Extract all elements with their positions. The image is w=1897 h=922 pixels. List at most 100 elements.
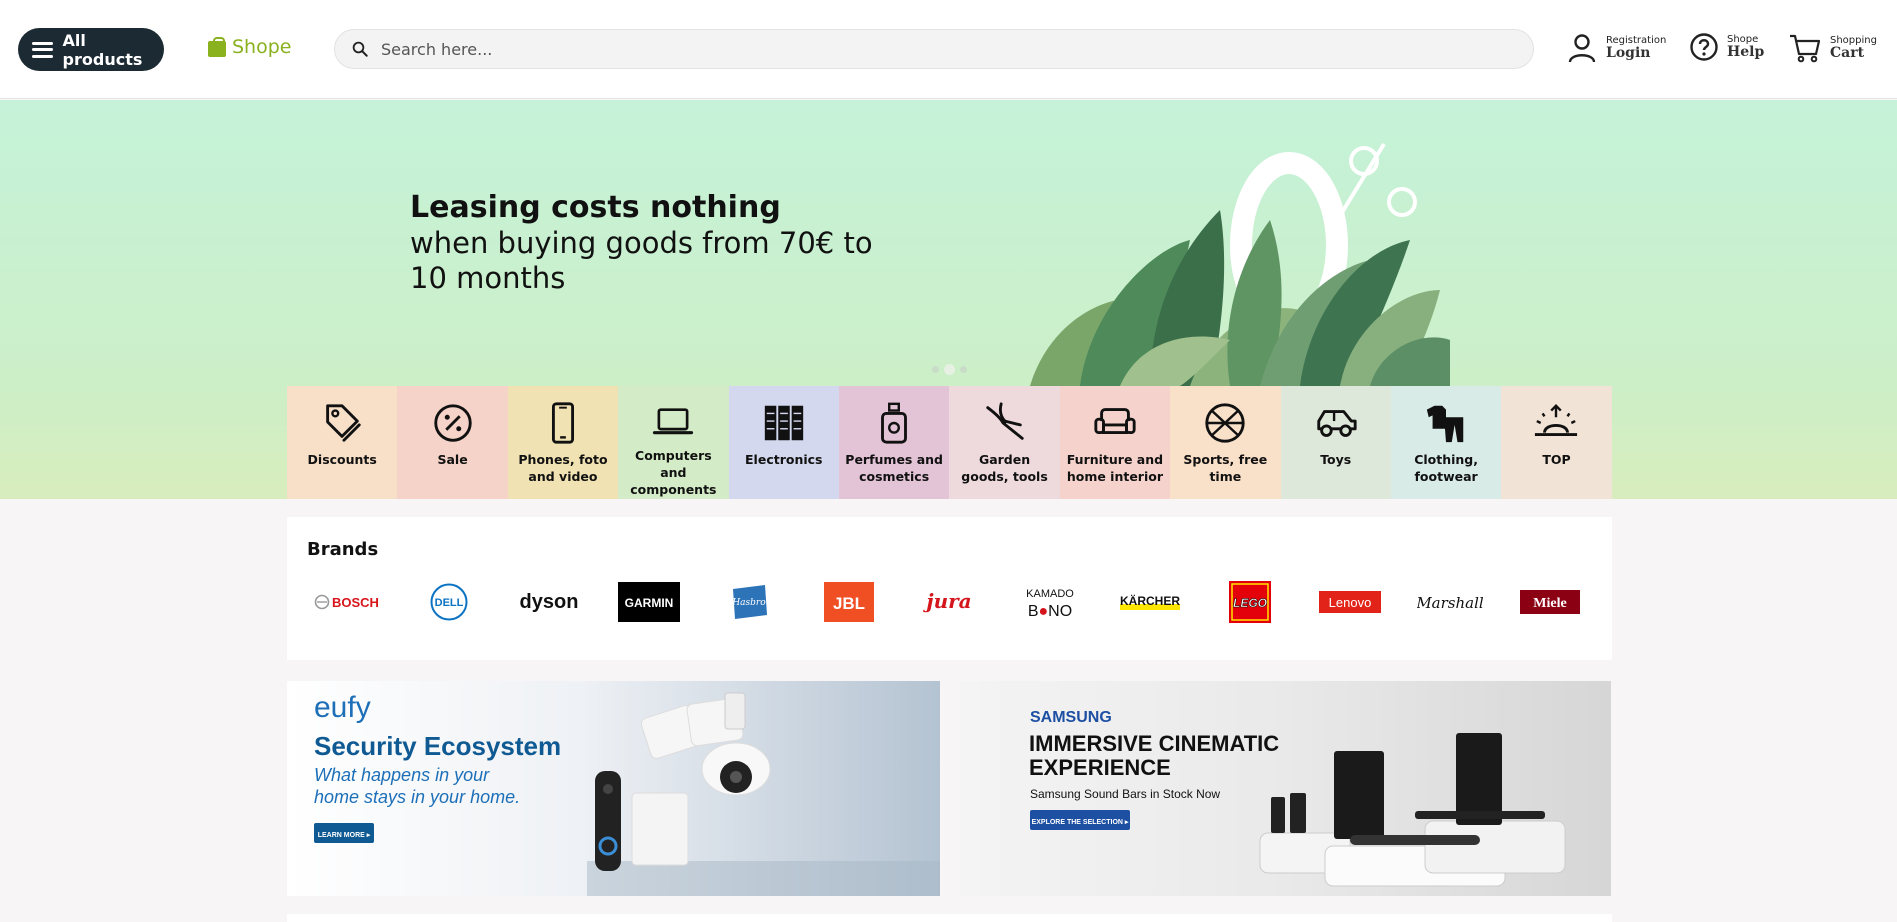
carousel-dot-3[interactable] — [960, 366, 967, 373]
category-computers[interactable]: Computers and components — [618, 386, 729, 499]
brand-dell[interactable]: DELL — [407, 581, 491, 623]
brand-lego[interactable]: LEGO — [1208, 581, 1292, 623]
samsung-brand: SAMSUNG — [1030, 709, 1112, 726]
category-label: Clothing, footwear — [1414, 452, 1478, 484]
eufy-brand: eufy — [314, 691, 371, 724]
category-top[interactable]: TOP — [1501, 386, 1612, 499]
brands-section: Brands BOSCH DELL dyson GARMIN Hasbro JB… — [287, 517, 1612, 660]
brand-list: BOSCH DELL dyson GARMIN Hasbro JBL jura … — [307, 581, 1592, 623]
phone-icon — [551, 402, 574, 444]
svg-text:KAMADO: KAMADO — [1026, 588, 1074, 600]
category-label: Electronics — [745, 452, 823, 467]
svg-text:DELL: DELL — [435, 597, 464, 609]
category-bar: Discounts Sale Phones, foto and video Co… — [287, 386, 1612, 499]
tag-icon — [326, 404, 361, 442]
category-garden[interactable]: Garden goods, tools — [949, 386, 1060, 499]
carousel-dot-1[interactable] — [932, 366, 939, 373]
carousel-dots — [932, 364, 967, 375]
samsung-title-1: IMMERSIVE CINEMATIC — [1029, 731, 1279, 756]
site-header: All products Shope Registration Login Sh… — [0, 0, 1897, 99]
miele-logo: Miele — [1519, 590, 1580, 614]
samsung-banner-art: SAMSUNG IMMERSIVE CINEMATIC EXPERIENCE S… — [1029, 709, 1566, 887]
hero-subtitle: when buying goods from 70€ to 10 months — [410, 226, 873, 295]
next-section-edge — [287, 914, 1612, 922]
kamado-bono-logo: KAMADO B●NO — [1026, 588, 1074, 620]
dell-logo: DELL — [430, 583, 468, 621]
category-discounts[interactable]: Discounts — [287, 386, 398, 499]
clothing-icon — [1426, 405, 1464, 443]
svg-text:Marshall: Marshall — [1417, 594, 1483, 612]
logo-text: Shope — [232, 36, 292, 58]
garmin-logo: GARMIN — [618, 582, 681, 622]
brand-marshall[interactable]: Marshall — [1408, 581, 1492, 623]
category-label: Perfumes and cosmetics — [845, 452, 943, 484]
category-sale[interactable]: Sale — [397, 386, 508, 499]
help-link[interactable]: Shope Help — [1689, 32, 1764, 62]
samsung-promo-banner[interactable]: SAMSUNG IMMERSIVE CINEMATIC EXPERIENCE S… — [960, 681, 1611, 896]
brand-dyson[interactable]: dyson — [507, 581, 591, 623]
site-logo[interactable]: Shope — [208, 36, 291, 58]
brand-jbl[interactable]: JBL — [807, 581, 891, 623]
brand-kamado-bono[interactable]: KAMADO B●NO — [1008, 581, 1092, 623]
brand-miele[interactable]: Miele — [1508, 581, 1592, 623]
category-label: TOP — [1542, 452, 1571, 467]
svg-text:dyson: dyson — [520, 591, 579, 613]
svg-text:Hasbro: Hasbro — [732, 598, 767, 608]
carousel-dot-2[interactable] — [944, 364, 955, 375]
cart-link[interactable]: Shopping Cart — [1788, 32, 1877, 64]
sunrise-icon — [1535, 404, 1578, 436]
samsung-subtitle: Samsung Sound Bars in Stock Now — [1030, 787, 1220, 801]
search-icon[interactable] — [351, 40, 369, 58]
all-products-label: All products — [62, 30, 143, 69]
brand-hasbro[interactable]: Hasbro — [707, 581, 791, 623]
category-label: Discounts — [307, 452, 377, 467]
category-label: Toys — [1320, 452, 1352, 467]
category-label: Furniture and home interior — [1066, 452, 1164, 484]
brand-bosch[interactable]: BOSCH — [307, 581, 391, 623]
login-link[interactable]: Registration Login — [1566, 32, 1666, 64]
all-products-button[interactable]: All products — [18, 28, 164, 71]
brand-karcher[interactable]: KÄRCHER — [1108, 581, 1192, 623]
svg-text:JBL: JBL — [833, 594, 865, 613]
lego-logo: LEGO — [1228, 581, 1271, 623]
eufy-promo-banner[interactable]: eufy Security Ecosystem What happens in … — [287, 681, 940, 896]
perfume-icon — [881, 402, 908, 444]
laptop-icon — [653, 408, 694, 435]
help-big: Help — [1727, 43, 1765, 60]
category-phones[interactable]: Phones, foto and video — [507, 386, 619, 499]
toy-car-icon — [1317, 410, 1357, 437]
shopping-bag-icon — [208, 37, 226, 57]
sofa-icon — [1094, 408, 1136, 435]
category-sports[interactable]: Sports, free time — [1170, 386, 1281, 499]
category-label: Sale — [437, 452, 468, 467]
menu-icon — [32, 41, 53, 58]
search-bar — [334, 29, 1534, 69]
lenovo-logo: Lenovo — [1318, 591, 1381, 613]
dyson-logo: dyson — [520, 591, 579, 613]
basketball-icon — [1205, 403, 1245, 443]
category-perfumes[interactable]: Perfumes and cosmetics — [838, 386, 950, 499]
category-electronics[interactable]: Electronics — [728, 386, 839, 499]
svg-text:Lenovo: Lenovo — [1328, 595, 1371, 610]
search-input[interactable] — [381, 39, 1481, 59]
cart-icon — [1790, 34, 1821, 63]
bosch-logo: BOSCH — [314, 594, 379, 610]
percent-icon — [433, 404, 472, 442]
brand-jura[interactable]: jura — [907, 581, 991, 623]
jbl-logo: JBL — [824, 582, 875, 622]
svg-text:jura: jura — [923, 589, 972, 613]
svg-text:GARMIN: GARMIN — [625, 596, 674, 610]
karcher-logo: KÄRCHER — [1119, 593, 1180, 610]
category-furniture[interactable]: Furniture and home interior — [1059, 386, 1171, 499]
cart-big: Cart — [1830, 44, 1865, 61]
category-clothing[interactable]: Clothing, footwear — [1390, 386, 1502, 499]
server-icon — [764, 405, 803, 441]
category-label: Computers and components — [630, 448, 717, 498]
jura-logo: jura — [923, 589, 972, 613]
category-toys[interactable]: Toys — [1280, 386, 1391, 499]
brand-lenovo[interactable]: Lenovo — [1308, 581, 1392, 623]
category-label: Garden goods, tools — [961, 452, 1048, 484]
category-label: Sports, free time — [1183, 452, 1268, 484]
user-icon — [1568, 34, 1596, 63]
brand-garmin[interactable]: GARMIN — [607, 581, 691, 623]
